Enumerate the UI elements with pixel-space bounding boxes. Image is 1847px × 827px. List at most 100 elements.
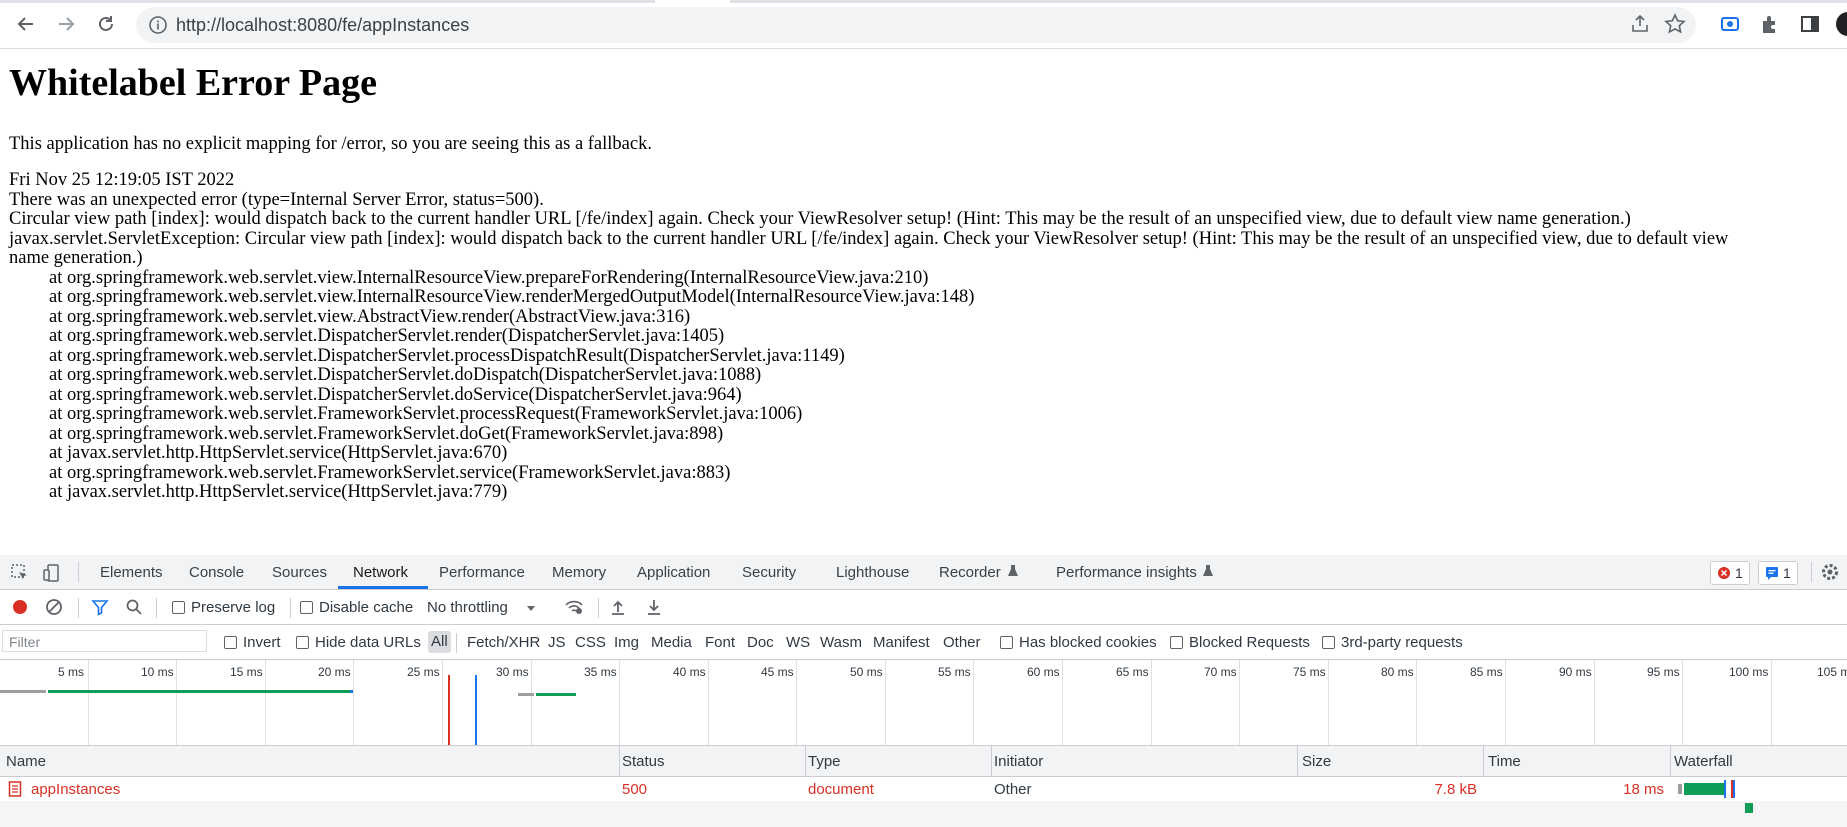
tab-recorder[interactable]: Recorder [939, 564, 1001, 581]
timeline-tick: 5 ms [58, 665, 85, 679]
intro-text: This application has no explicit mapping… [9, 134, 652, 154]
has-blocked-cookies-checkbox[interactable]: Has blocked cookies [1000, 634, 1157, 651]
clear-icon[interactable] [42, 595, 66, 619]
devtools-tab-bar: Elements Console Sources Network Perform… [0, 555, 1847, 590]
share-icon[interactable] [1629, 13, 1651, 35]
timeline-tick: 40 ms [673, 665, 706, 679]
timeline-tick: 10 ms [141, 665, 174, 679]
site-info-icon[interactable] [148, 15, 168, 35]
experimental-flask-icon [1202, 564, 1214, 578]
forward-icon[interactable] [54, 12, 78, 36]
tab-performance-insights[interactable]: Performance insights [1056, 564, 1197, 581]
profile-avatar[interactable] [1836, 12, 1847, 36]
type-filter-all[interactable]: All [428, 631, 451, 653]
row-time: 18 ms [1623, 781, 1664, 798]
column-time[interactable]: Time [1488, 753, 1521, 770]
blocked-requests-checkbox[interactable]: Blocked Requests [1170, 634, 1310, 651]
table-header: Name Status Type Initiator Size Time Wat… [0, 746, 1847, 777]
type-filter-other[interactable]: Other [943, 634, 981, 651]
error-page: Whitelabel Error Page This application h… [0, 49, 1847, 555]
third-party-requests-checkbox[interactable]: 3rd-party requests [1322, 634, 1463, 651]
tab-security[interactable]: Security [742, 564, 796, 581]
request-bar-waiting [0, 690, 46, 693]
tab-application[interactable]: Application [637, 564, 710, 581]
exception-line: javax.servlet.ServletException: Circular… [9, 229, 1729, 249]
browser-toolbar: http://localhost:8080/fe/appInstances [0, 0, 1847, 49]
tab-performance[interactable]: Performance [439, 564, 525, 581]
url-text[interactable]: http://localhost:8080/fe/appInstances [176, 15, 469, 36]
type-filter-fetch-xhr[interactable]: Fetch/XHR [467, 634, 540, 651]
inspect-element-icon[interactable] [8, 561, 32, 585]
timeline-tick: 35 ms [584, 665, 617, 679]
type-filter-font[interactable]: Font [705, 634, 735, 651]
column-size[interactable]: Size [1302, 753, 1331, 770]
row-name: appInstances [31, 781, 121, 798]
tab-elements[interactable]: Elements [100, 564, 163, 581]
load-event-marker [448, 675, 450, 745]
type-filter-doc[interactable]: Doc [747, 634, 774, 651]
tab-memory[interactable]: Memory [552, 564, 606, 581]
record-icon[interactable] [8, 595, 32, 619]
type-filter-js[interactable]: JS [548, 634, 566, 651]
tab-lighthouse[interactable]: Lighthouse [836, 564, 909, 581]
tab-console[interactable]: Console [189, 564, 244, 581]
device-toolbar-icon[interactable] [40, 561, 64, 585]
hide-data-urls-checkbox[interactable]: Hide data URLs [296, 634, 421, 651]
table-row[interactable] [0, 801, 1847, 827]
bookmark-star-icon[interactable] [1664, 13, 1686, 35]
message-count-badge[interactable]: 1 [1758, 561, 1798, 585]
timeline-tick: 95 ms [1647, 665, 1680, 679]
preserve-log-checkbox[interactable]: Preserve log [172, 599, 275, 616]
type-filter-ws[interactable]: WS [786, 634, 810, 651]
tab-network[interactable]: Network [353, 564, 408, 581]
tab-sources[interactable]: Sources [272, 564, 327, 581]
timeline-tick: 90 ms [1559, 665, 1592, 679]
network-overview-timeline[interactable]: 5 ms 10 ms 15 ms 20 ms 25 ms 30 ms 35 ms… [0, 660, 1847, 746]
settings-gear-icon[interactable] [1818, 560, 1842, 584]
type-filter-img[interactable]: Img [614, 634, 639, 651]
row-status: 500 [622, 781, 648, 798]
reload-icon[interactable] [94, 12, 118, 36]
import-har-icon[interactable] [606, 595, 630, 619]
column-status[interactable]: Status [622, 753, 665, 770]
error-count: 1 [1735, 565, 1743, 581]
export-har-icon[interactable] [642, 595, 666, 619]
timeline-tick: 20 ms [318, 665, 351, 679]
column-type[interactable]: Type [808, 753, 841, 770]
timeline-tick: 65 ms [1116, 665, 1149, 679]
table-row[interactable]: appInstances 500 document Other 7.8 kB 1… [0, 777, 1847, 801]
type-filter-wasm[interactable]: Wasm [820, 634, 862, 651]
row-size: 7.8 kB [1434, 781, 1477, 798]
tab-strip-edge [0, 0, 655, 3]
row-type: document [808, 781, 874, 798]
invert-checkbox[interactable]: Invert [224, 634, 281, 651]
dom-content-loaded-marker [475, 675, 477, 745]
type-filter-css[interactable]: CSS [575, 634, 606, 651]
error-icon [1717, 566, 1731, 580]
column-waterfall[interactable]: Waterfall [1674, 753, 1733, 770]
column-name[interactable]: Name [6, 753, 46, 770]
search-icon[interactable] [122, 595, 146, 619]
throttling-select[interactable]: No throttling [427, 599, 536, 616]
filter-input[interactable]: Filter [2, 630, 207, 652]
filter-funnel-icon[interactable] [88, 595, 112, 619]
back-icon[interactable] [14, 12, 38, 36]
disable-cache-checkbox[interactable]: Disable cache [300, 599, 413, 616]
timeline-tick: 70 ms [1204, 665, 1237, 679]
timeline-tick: 80 ms [1381, 665, 1414, 679]
network-conditions-icon[interactable] [562, 595, 586, 619]
type-filter-manifest[interactable]: Manifest [873, 634, 930, 651]
type-filter-media[interactable]: Media [651, 634, 692, 651]
error-count-badge[interactable]: 1 [1710, 561, 1750, 585]
side-panel-icon[interactable] [1798, 12, 1822, 36]
extensions-icon[interactable] [1758, 12, 1782, 36]
timeline-tick: 75 ms [1293, 665, 1326, 679]
timeline-tick: 60 ms [1027, 665, 1060, 679]
screencast-icon[interactable] [1718, 12, 1742, 36]
waterfall-dcl-line [1724, 780, 1726, 798]
timeline-tick: 45 ms [761, 665, 794, 679]
timeline-tick: 55 ms [938, 665, 971, 679]
column-initiator[interactable]: Initiator [994, 753, 1043, 770]
timeline-tick: 25 ms [407, 665, 440, 679]
address-bar[interactable]: http://localhost:8080/fe/appInstances [136, 7, 1696, 43]
